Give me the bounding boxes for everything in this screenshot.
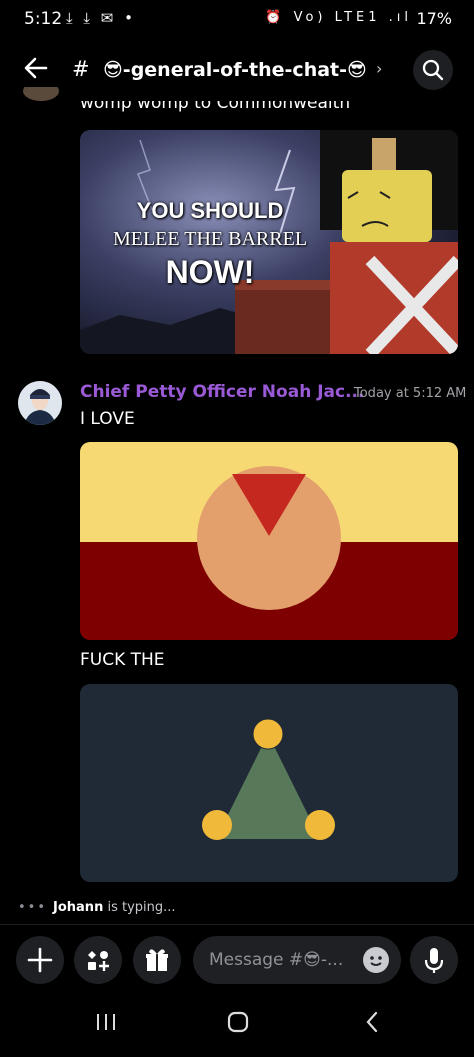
- nav-back-icon[interactable]: [366, 1011, 378, 1033]
- search-button[interactable]: [413, 50, 453, 90]
- channel-hash-icon: #: [72, 57, 90, 81]
- status-time: 5:12: [24, 9, 63, 29]
- apps-button[interactable]: [74, 936, 122, 984]
- chevron-right-icon[interactable]: ›: [376, 59, 382, 78]
- message-text: FUCK THE: [80, 650, 165, 670]
- apps-icon: [88, 951, 109, 971]
- flag-image[interactable]: [80, 442, 458, 640]
- emoji-button[interactable]: [363, 947, 389, 973]
- voice-message-button[interactable]: [410, 936, 458, 984]
- plus-icon: [27, 947, 53, 973]
- battery-level: 17%: [416, 9, 452, 28]
- notification-icons: ⤓ ⤓ ✉ •: [66, 9, 136, 27]
- message-composer: Message #😎-...: [0, 924, 474, 995]
- home-icon[interactable]: [227, 1011, 249, 1033]
- typing-indicator: ••• Johann is typing...: [18, 900, 176, 915]
- channel-header: # 😎-general-of-the-chat-😎 ›: [0, 36, 474, 104]
- channel-name[interactable]: 😎-general-of-the-chat-😎: [103, 59, 367, 81]
- meme-caption-line: MELEE THE BARREL: [112, 228, 308, 250]
- typing-user: Johann: [53, 900, 104, 915]
- system-nav-bar: [0, 994, 474, 1053]
- recents-icon[interactable]: [97, 1014, 115, 1030]
- signal-icons: ⏰ Vo) LTE1 .ıl: [265, 10, 412, 25]
- message-author[interactable]: Chief Petty Officer Noah Jac...: [80, 382, 364, 402]
- avatar[interactable]: [18, 87, 64, 109]
- meme-caption-line: YOU SHOULD: [136, 198, 284, 223]
- avatar[interactable]: [18, 381, 62, 425]
- gift-icon: [146, 949, 168, 971]
- status-bar: 5:12 ⤓ ⤓ ✉ • ⏰ Vo) LTE1 .ıl 17%: [0, 0, 474, 36]
- flag-image[interactable]: [80, 684, 458, 882]
- message-text: I LOVE: [80, 409, 135, 429]
- typing-suffix: is typing...: [103, 900, 176, 915]
- meme-image[interactable]: YOU SHOULD MELEE THE BARREL NOW!: [80, 130, 458, 354]
- arrow-left-icon[interactable]: [18, 50, 54, 86]
- message-timestamp: Today at 5:12 AM: [354, 386, 467, 401]
- emoji-icon: [370, 956, 382, 966]
- message-input-placeholder: Message #😎-...: [209, 950, 344, 970]
- gift-button[interactable]: [133, 936, 181, 984]
- meme-caption-line: NOW!: [165, 254, 255, 290]
- message-input[interactable]: Message #😎-...: [193, 936, 401, 984]
- plus-button[interactable]: [16, 936, 64, 984]
- typing-dots-icon: •••: [18, 900, 48, 915]
- microphone-icon: [424, 948, 444, 973]
- search-icon: [422, 59, 444, 81]
